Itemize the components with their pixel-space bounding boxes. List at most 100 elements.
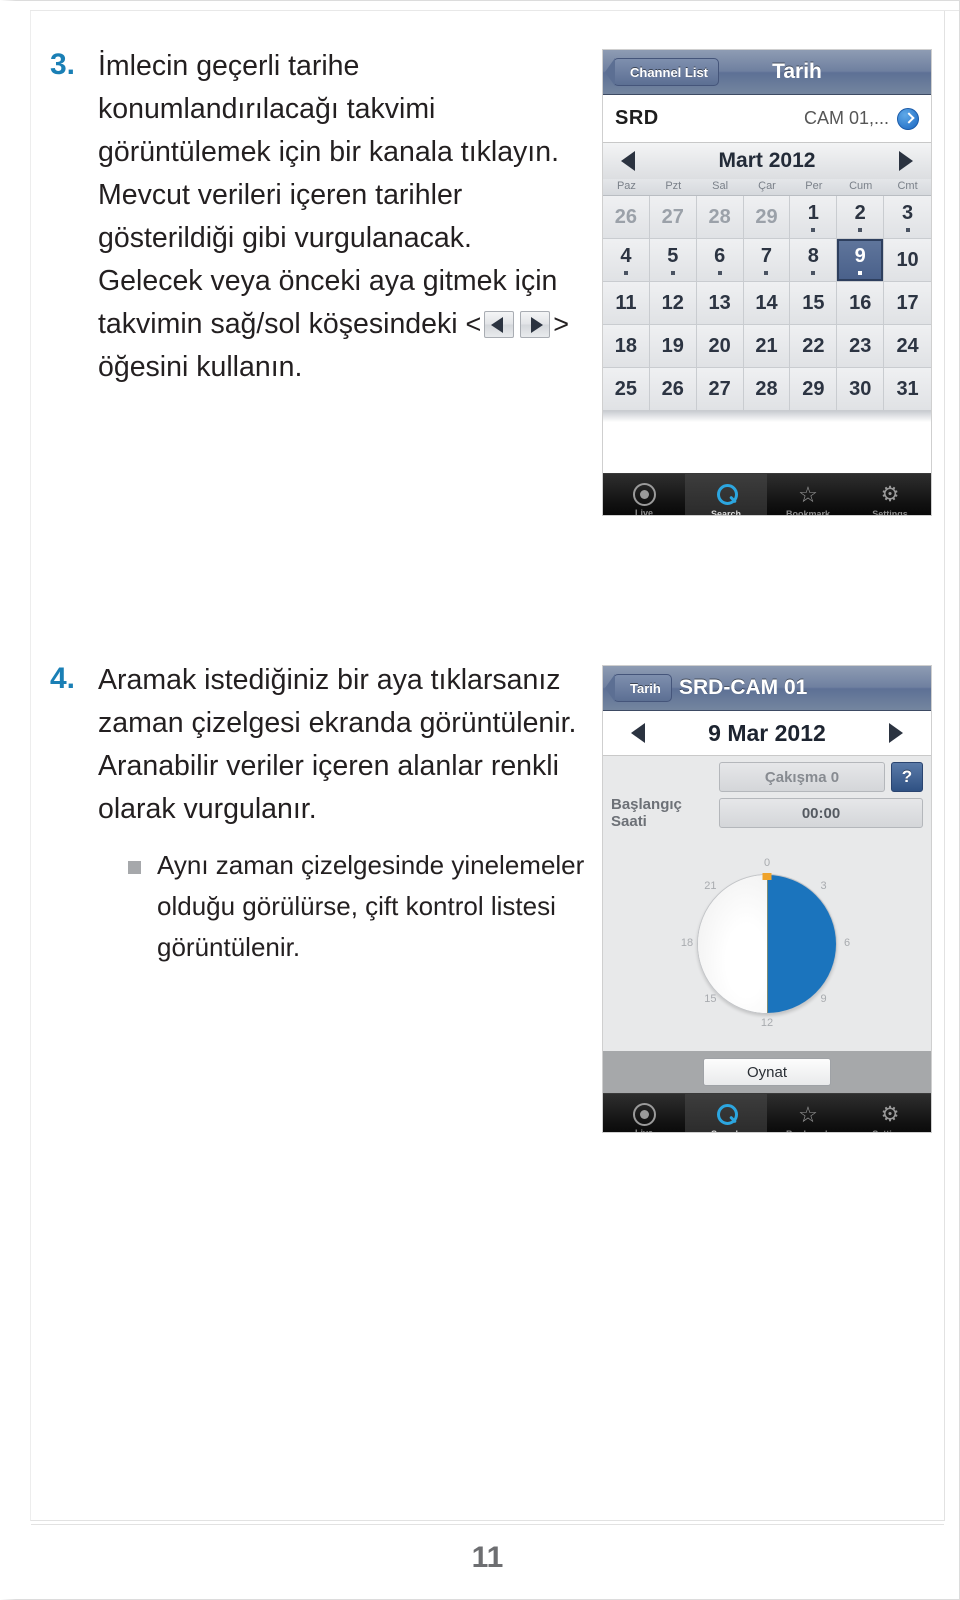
footer-rule xyxy=(31,1524,944,1525)
calendar-day-number: 5 xyxy=(667,245,679,267)
calendar-day[interactable]: 29 xyxy=(790,368,838,411)
start-time-value[interactable]: 00:00 xyxy=(719,798,923,828)
clock-start-marker-icon xyxy=(762,872,772,880)
help-button[interactable]: ? xyxy=(891,762,923,792)
calendar-day-number: 2 xyxy=(854,202,866,224)
calendar-day[interactable]: 31 xyxy=(884,368,931,411)
tab-live[interactable]: Live xyxy=(603,474,685,515)
tab-label: Bookmark xyxy=(786,1129,830,1133)
next-day-arrow-icon[interactable] xyxy=(889,723,903,743)
calendar-day[interactable]: 3 xyxy=(884,196,931,239)
tab-settings[interactable]: ⚙ Settings xyxy=(849,1094,931,1133)
chevron-right-circle-icon[interactable] xyxy=(897,107,919,130)
date-navigation-bar: 9 Mar 2012 xyxy=(603,711,931,756)
clock-hour-label: 0 xyxy=(763,856,771,869)
calendar-day[interactable]: 20 xyxy=(696,325,744,368)
calendar-day[interactable]: 16 xyxy=(837,282,885,325)
calendar-day[interactable]: 29 xyxy=(743,196,791,239)
weekday-label: Cmt xyxy=(897,180,918,192)
calendar-day[interactable]: 6 xyxy=(696,239,744,282)
next-arrow-button-icon xyxy=(520,311,551,338)
calendar-day[interactable]: 2 xyxy=(837,196,885,239)
calendar-day[interactable]: 23 xyxy=(837,325,885,368)
timeline-controls: Çakışma 0 ? Başlangıç Saati 00:00 xyxy=(603,756,931,836)
calendar-day-number: 24 xyxy=(896,334,919,357)
calendar-day[interactable]: 8 xyxy=(790,239,838,282)
clock-hour-label: 6 xyxy=(843,936,851,949)
calendar-day[interactable]: 5 xyxy=(649,239,697,282)
channel-list-back-button[interactable]: Channel List xyxy=(613,58,720,86)
calendar-day[interactable]: 30 xyxy=(837,368,885,411)
calendar-day[interactable]: 28 xyxy=(696,196,744,239)
calendar-day-number: 15 xyxy=(802,291,825,314)
calendar-day[interactable]: 14 xyxy=(743,282,791,325)
calendar-day[interactable]: 13 xyxy=(696,282,744,325)
calendar-day[interactable]: 15 xyxy=(790,282,838,325)
calendar-day[interactable]: 12 xyxy=(649,282,697,325)
calendar-day[interactable]: 26 xyxy=(603,196,650,239)
step-4-body: Aramak istediğiniz bir aya tıklarsanız z… xyxy=(98,659,591,968)
overlap-field[interactable]: Çakışma 0 xyxy=(719,762,885,792)
calendar-tabbar: Live Search ☆ Bookmark ⚙ Settings xyxy=(603,473,931,516)
weekday-label: Pzt xyxy=(665,180,682,192)
tarih-back-button[interactable]: Tarih xyxy=(613,674,672,702)
step-3-paragraph-3: Gelecek veya önceki aya gitmek için takv… xyxy=(98,260,591,389)
prev-arrow-button-icon xyxy=(484,311,515,338)
calendar-day-number: 21 xyxy=(755,334,778,357)
calendar-day[interactable]: 27 xyxy=(649,196,697,239)
star-icon: ☆ xyxy=(798,1101,818,1127)
tab-bookmark[interactable]: ☆ Bookmark xyxy=(767,1094,849,1133)
gear-icon: ⚙ xyxy=(880,482,900,506)
calendar-day[interactable]: 10 xyxy=(884,239,931,282)
calendar-day[interactable]: 25 xyxy=(603,368,650,411)
tab-live[interactable]: Live xyxy=(603,1094,685,1132)
calendar-day[interactable]: 27 xyxy=(696,368,744,411)
open-angle: < xyxy=(465,309,482,339)
calendar-day-number: 27 xyxy=(708,377,731,400)
clock-hour-label: 15 xyxy=(704,993,717,1006)
weekday-label: Çar xyxy=(758,180,776,192)
prev-month-arrow-icon[interactable] xyxy=(621,151,635,171)
calendar-day[interactable]: 24 xyxy=(884,325,931,368)
calendar-day[interactable]: 26 xyxy=(649,368,697,411)
list-item: Aynı zaman çizelgesinde yinelemeler oldu… xyxy=(128,845,591,968)
calendar-day-number: 14 xyxy=(755,291,778,314)
calendar-day-number: 11 xyxy=(615,291,637,314)
page-number: 11 xyxy=(471,1541,504,1574)
tab-settings[interactable]: ⚙ Settings xyxy=(849,474,931,516)
tab-search[interactable]: Search xyxy=(685,474,767,515)
calendar-day[interactable]: 19 xyxy=(649,325,697,368)
calendar-day[interactable]: 21 xyxy=(743,325,791,368)
calendar-day[interactable]: 1 xyxy=(790,196,838,239)
gear-icon: ⚙ xyxy=(880,1102,900,1126)
clock-dial[interactable]: 0 3 6 9 12 15 18 21 xyxy=(681,856,853,1030)
next-month-arrow-icon[interactable] xyxy=(899,151,913,171)
clock-hour-label: 12 xyxy=(760,1016,774,1029)
step-3-number: 3. xyxy=(50,48,76,81)
calendar-day[interactable]: 17 xyxy=(884,282,931,325)
calendar-day-number: 13 xyxy=(708,291,731,314)
calendar-day[interactable]: 28 xyxy=(743,368,791,411)
calendar-day-selected[interactable]: 9 xyxy=(837,239,885,282)
calendar-day-number: 17 xyxy=(896,291,919,314)
calendar-day-number: 10 xyxy=(896,248,919,271)
step-4-paragraph-1: Aramak istediğiniz bir aya tıklarsanız z… xyxy=(98,664,577,739)
play-button[interactable]: Oynat xyxy=(703,1058,831,1086)
step-4: 4. Aramak istediğiniz bir aya tıklarsanı… xyxy=(46,659,591,968)
calendar-day[interactable]: 4 xyxy=(603,239,650,282)
calendar-day[interactable]: 18 xyxy=(603,325,650,368)
device-name: SRD xyxy=(615,107,659,129)
calendar-day[interactable]: 22 xyxy=(790,325,838,368)
prev-day-arrow-icon[interactable] xyxy=(631,723,645,743)
channel-names: CAM 01,... xyxy=(803,108,889,128)
month-navigation-bar: Mart 2012 xyxy=(603,143,931,179)
tab-bookmark[interactable]: ☆Bookmark xyxy=(767,474,849,516)
play-bar: Oynat xyxy=(603,1051,931,1093)
tab-search[interactable]: Search xyxy=(685,1094,767,1132)
manual-page: 3. İmlecin geçerli tarihe konumlandırıla… xyxy=(0,0,960,1600)
calendar-day[interactable]: 11 xyxy=(603,282,650,325)
calendar-day-number: 27 xyxy=(661,205,684,228)
step-3-paragraph-1: İmlecin geçerli tarihe konumlandırılacağ… xyxy=(98,50,559,168)
device-row[interactable]: SRD CAM 01,... xyxy=(603,95,931,143)
calendar-day[interactable]: 7 xyxy=(743,239,791,282)
